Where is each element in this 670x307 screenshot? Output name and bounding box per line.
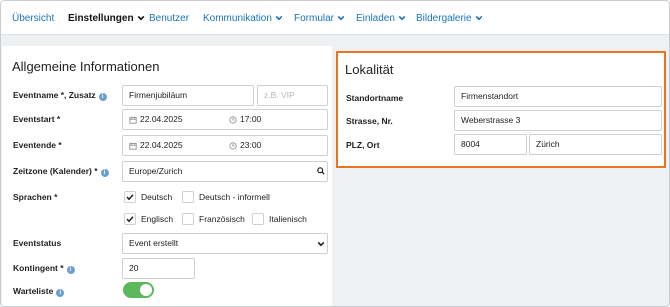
quota-label: Kontingent * i (13, 262, 75, 274)
nav-item-formular[interactable]: Formular (294, 12, 345, 26)
eventname-input[interactable]: Firmenjubiläum (122, 85, 254, 106)
nav-item-label: Einladen (356, 13, 395, 24)
chevron-down-icon (337, 14, 345, 22)
eventname-label: Eventname *, Zusatz i (13, 89, 107, 101)
eventende-label: Eventende * (13, 140, 62, 150)
language-checkbox-deutsch[interactable] (124, 191, 136, 203)
chevron-down-icon (317, 240, 325, 248)
info-icon[interactable]: i (56, 289, 65, 297)
language-checkbox-franzoesisch[interactable] (182, 213, 194, 225)
nav-item-kommunikation[interactable]: Kommunikation (203, 12, 283, 26)
language-checkbox-italienisch[interactable] (252, 213, 264, 225)
nav-item-label: Kommunikation (203, 13, 272, 24)
eventende-date: 22.04.2025 (140, 140, 183, 150)
languages-label: Sprachen * (13, 192, 58, 202)
eventstart-input[interactable]: 22.04.2025 17:00 (122, 109, 328, 130)
timezone-label: Zeitzone (Kalender) * i (13, 165, 109, 177)
language-checkbox-deutsch-informell[interactable] (182, 191, 194, 203)
site-input[interactable]: Firmenstandort (454, 86, 662, 107)
nav-item-bildergalerie[interactable]: Bildergalerie (416, 12, 483, 26)
language-label: Französisch (199, 214, 245, 224)
nav-item-uebersicht[interactable]: Übersicht (12, 12, 54, 26)
calendar-icon (129, 116, 137, 124)
eventende-time: 23:00 (240, 140, 262, 150)
waitlist-label: Warteliste i (13, 285, 65, 297)
eventende-input[interactable]: 22.04.2025 23:00 (122, 135, 328, 156)
zip-input[interactable]: 8004 (454, 134, 527, 155)
timezone-input[interactable]: Europe/Zurich (122, 161, 328, 182)
nav-item-label: Bildergalerie (416, 13, 472, 24)
eventstart-date: 22.04.2025 (140, 114, 183, 124)
waitlist-toggle[interactable] (123, 282, 154, 298)
general-info-title: Allgemeine Informationen (12, 59, 160, 74)
language-label: Italienisch (269, 214, 307, 224)
search-icon[interactable] (317, 167, 325, 175)
status-label: Eventstatus (13, 238, 62, 248)
language-label: Deutsch (141, 192, 173, 202)
location-title: Lokalität (345, 62, 394, 77)
info-icon[interactable]: i (66, 266, 75, 274)
clock-icon (229, 116, 237, 124)
toggle-knob (140, 284, 152, 296)
language-checkbox-englisch[interactable] (124, 213, 136, 225)
nav-item-einstellungen[interactable]: Einstellungen (68, 12, 145, 26)
street-label: Strasse, Nr. (346, 116, 393, 126)
nav-item-label: Einstellungen (68, 13, 134, 24)
info-icon[interactable]: i (98, 93, 107, 101)
quota-input[interactable]: 20 (122, 258, 195, 279)
zusatz-input[interactable]: z.B. VIP (257, 85, 328, 106)
site-label: Standortname (346, 93, 404, 103)
street-input[interactable]: Weberstrasse 3 (454, 110, 662, 131)
chevron-down-icon (275, 14, 283, 22)
general-info-card: Allgemeine Informationen Eventname *, Zu… (2, 46, 332, 306)
status-select[interactable]: Event erstellt (122, 233, 328, 254)
nav-item-label: Übersicht (12, 13, 55, 24)
city-label: PLZ, Ort (346, 140, 380, 150)
nav-item-benutzer[interactable]: Benutzer (149, 12, 189, 26)
chevron-down-icon (137, 14, 145, 22)
chevron-down-icon (398, 14, 406, 22)
language-label: Englisch (141, 214, 174, 224)
eventstart-label: Eventstart * (13, 114, 61, 124)
nav-item-einladen[interactable]: Einladen (356, 12, 406, 26)
clock-icon (229, 142, 237, 150)
nav-item-label: Benutzer (149, 13, 190, 24)
top-nav: Übersicht Einstellungen Benutzer Kommuni… (1, 1, 669, 35)
city-input[interactable]: Zürich (529, 134, 662, 155)
location-card: Lokalität Standortname Firmenstandort St… (336, 51, 666, 168)
language-label: Deutsch - informell (199, 192, 270, 202)
eventstart-time: 17:00 (240, 114, 262, 124)
calendar-icon (129, 142, 137, 150)
app-window: Übersicht Einstellungen Benutzer Kommuni… (0, 0, 670, 307)
chevron-down-icon (475, 14, 483, 22)
nav-item-label: Formular (294, 13, 335, 24)
info-icon[interactable]: i (100, 169, 109, 177)
